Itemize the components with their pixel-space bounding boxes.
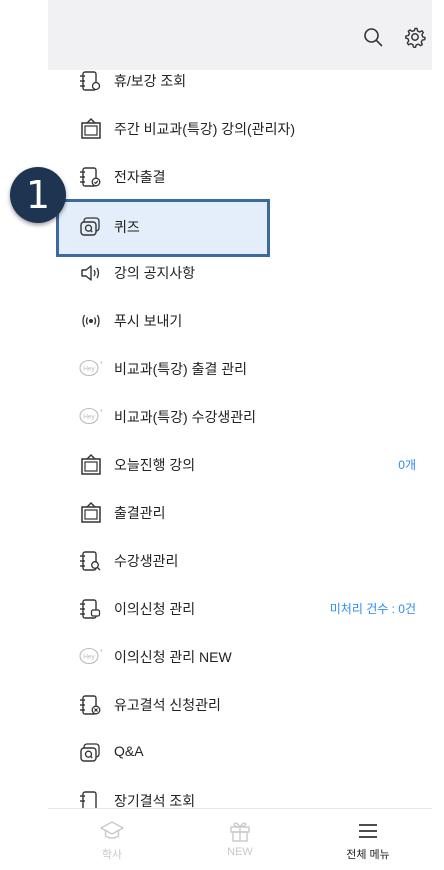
svg-text:+: + [100,649,104,655]
menu-item-leave-makeup[interactable]: 휴/보강 조회 [48,56,432,104]
menu-item-label: 푸시 보내기 [114,313,183,329]
menu-item-label: 비교과(특강) 출결 관리 [114,361,248,377]
menu-item-label: 장기결석 조회 [114,793,196,808]
menu-item-label: Q&A [114,743,144,759]
menu-item-qna[interactable]: Q&A [48,728,432,776]
menu-item-objection-manage[interactable]: 이의신청 관리 미처리 건수 : 0건 [48,584,432,632]
broadcast-icon [82,314,100,328]
menu-item-student-manage[interactable]: 수강생관리 [48,536,432,584]
menu-item-label: 강의 공지사항 [114,265,196,281]
menu-list: 휴/보강 조회 주간 비교과(특강) 강의(관리자) 전자출결 강의 공지사항 … [48,56,432,808]
svg-text:+: + [100,409,104,415]
menu-panel: 휴/보강 조회 주간 비교과(특강) 강의(관리자) 전자출결 강의 공지사항 … [48,0,432,870]
tab-label: 전체 메뉴 [346,849,390,861]
menu-item-today-lectures[interactable]: 오늘진행 강의 0개 [48,440,432,488]
hey-icon: Hey + [79,647,104,665]
bottom-tab-bar: 학사 NEW 전체 메뉴 [48,808,432,870]
calendar-doc-icon [80,791,97,808]
menu-item-label: 주간 비교과(특강) 강의(관리자) [114,121,295,137]
today-lecture-count: 0개 [398,458,416,472]
tab-new[interactable]: NEW [176,809,304,870]
svg-text:Hey: Hey [83,414,95,421]
speaker-icon [81,265,100,281]
graduation-cap-icon [100,821,124,839]
gear-icon[interactable] [404,26,426,48]
menu-item-label: 전자출결 [114,169,166,185]
svg-text:Hey: Hey [83,654,95,661]
menu-item-noncurricular-attendance[interactable]: Hey + 비교과(특강) 출결 관리 [48,344,432,392]
menu-item-label: 휴/보강 조회 [114,73,187,89]
menu-item-long-absence[interactable]: 장기결석 조회 [48,776,432,808]
menu-item-weekly-lecture[interactable]: 주간 비교과(특강) 강의(관리자) [48,104,432,152]
menu-item-label: 비교과(특강) 수강생관리 [114,409,257,425]
calendar-chat-icon [80,599,101,619]
menu-item-label: 오늘진행 강의 [114,457,196,473]
menu-item-label: 출결관리 [114,505,166,521]
calendar-x-icon [80,695,101,715]
svg-text:Hey: Hey [83,366,95,373]
menu-item-label: 퀴즈 [114,219,140,235]
hamburger-menu-icon [359,824,377,838]
hey-icon: Hey + [79,359,104,377]
calendar-doc-icon [80,71,101,91]
menu-item-noncurricular-students[interactable]: Hey + 비교과(특강) 수강생관리 [48,392,432,440]
tab-academic[interactable]: 학사 [48,809,176,870]
tab-label: 학사 [101,849,123,861]
quiz-icon [80,217,100,236]
calendar-search-icon [80,551,101,571]
tab-label: NEW [227,846,253,858]
monitor-icon [81,502,101,523]
menu-item-excused-absence[interactable]: 유고결석 신청관리 [48,680,432,728]
menu-item-label: 유고결석 신청관리 [114,697,221,713]
menu-item-label: 수강생관리 [114,553,179,569]
menu-item-label: 이의신청 관리 NEW [114,649,232,665]
menu-item-objection-manage-new[interactable]: Hey + 이의신청 관리 NEW [48,632,432,680]
menu-item-e-attendance[interactable]: 전자출결 [48,152,432,200]
hey-icon: Hey + [79,407,104,425]
search-icon[interactable] [362,26,384,48]
menu-item-quiz[interactable]: 퀴즈 [56,199,270,257]
monitor-icon [81,454,101,475]
step-callout-badge: 1 [10,167,66,223]
svg-text:+: + [100,361,104,367]
menu-item-attendance-manage[interactable]: 출결관리 [48,488,432,536]
quiz-icon [80,743,100,762]
unprocessed-count: 미처리 건수 : 0건 [329,602,416,616]
gift-icon [230,822,250,842]
calendar-check-icon [80,167,101,187]
monitor-icon [81,118,101,139]
menu-item-push-send[interactable]: 푸시 보내기 [48,296,432,344]
tab-all-menu[interactable]: 전체 메뉴 [304,809,432,870]
menu-item-label: 이의신청 관리 [114,601,196,617]
